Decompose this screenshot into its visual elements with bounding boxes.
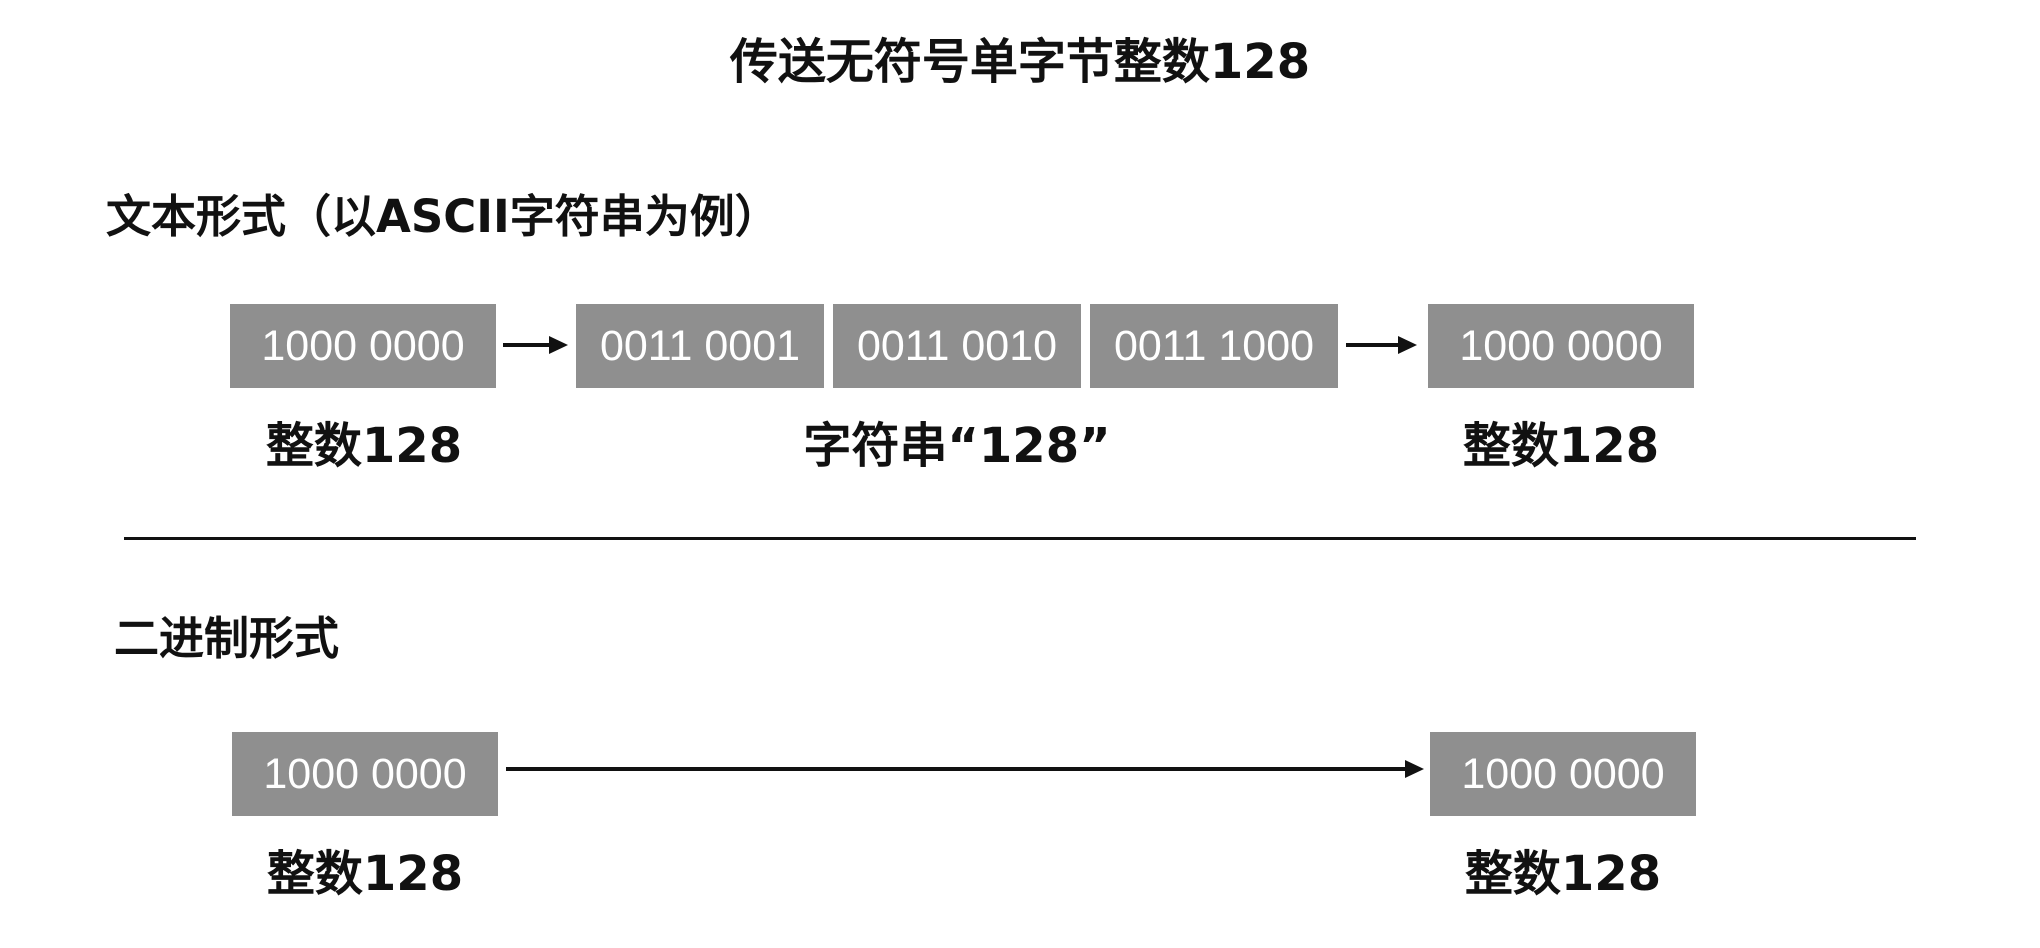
arrow-binary-direct [506, 760, 1424, 778]
arrow-int-to-string [503, 336, 568, 354]
arrows-layer [503, 336, 1424, 778]
arrow-string-to-int [1346, 336, 1417, 354]
